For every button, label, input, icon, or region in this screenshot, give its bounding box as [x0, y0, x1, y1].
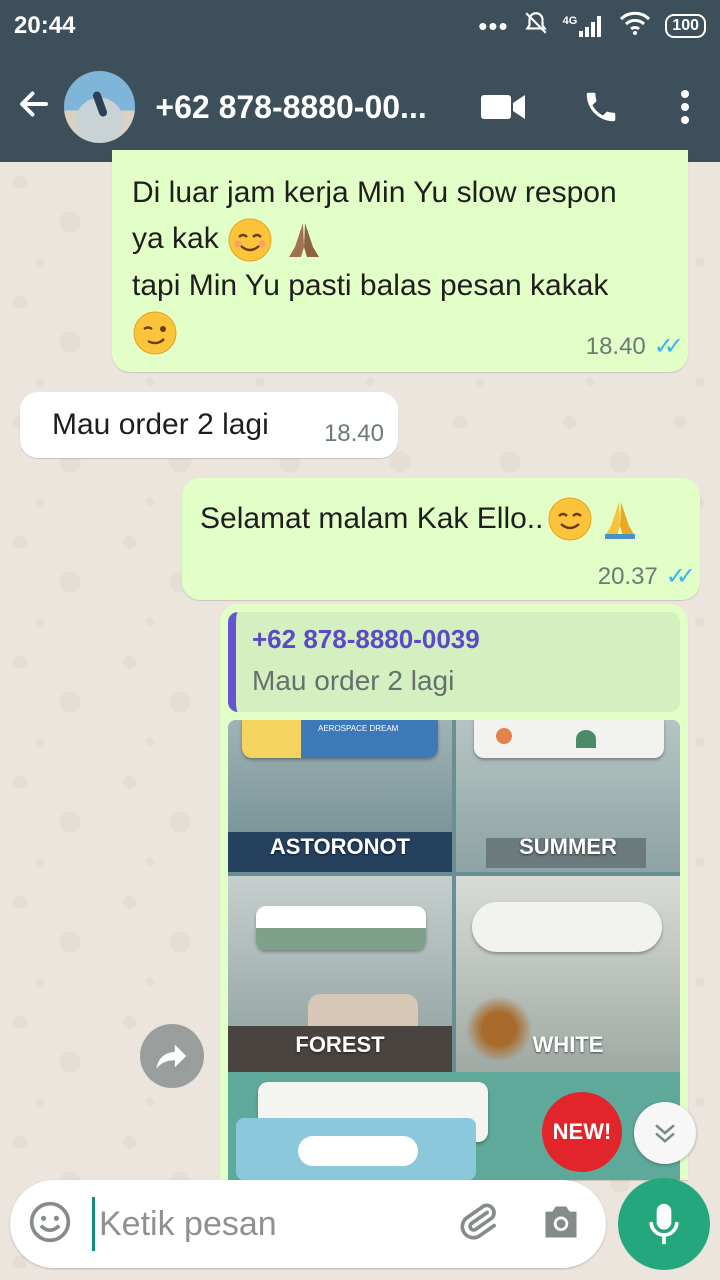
message-time: 20.37: [597, 562, 658, 590]
quoted-sender: +62 878-8880-0039: [252, 624, 480, 654]
status-bar: 20:44 ••• 4G 100: [0, 0, 720, 52]
message-text: tapi Min Yu pasti balas pesan kakak: [132, 269, 609, 303]
message-photo[interactable]: AEROSPACE DREAM ASTORONOT SUMMER FOREST …: [228, 720, 680, 1180]
photo-tile-new: NEW!: [228, 1072, 680, 1180]
scroll-down-icon: [655, 1124, 675, 1143]
photo-tile-white: WHITE: [456, 876, 680, 1072]
back-arrow-icon[interactable]: [4, 86, 64, 129]
message-text: Mau order 2 lagi: [52, 408, 269, 441]
network-type: 4G: [562, 15, 578, 27]
status-time: 20:44: [14, 12, 76, 39]
message-bubble[interactable]: Di luar jam kerja Min Yu slow respon ya …: [112, 150, 688, 372]
quoted-text: Mau order 2 lagi: [252, 665, 455, 696]
signal-icon: 4G: [563, 15, 606, 37]
quoted-message[interactable]: +62 878-8880-0039 Mau order 2 lagi: [228, 612, 680, 712]
message-bubble[interactable]: +62 878-8880-0039 Mau order 2 lagi AEROS…: [220, 604, 688, 1180]
chat-header: +62 878-8880-00...: [0, 52, 720, 162]
photo-label: ASTORONOT: [269, 834, 411, 859]
notification-dots: •••: [478, 11, 509, 41]
photo-label: SUMMER: [519, 834, 617, 859]
message-input[interactable]: Ketik pesan: [92, 1197, 456, 1251]
emoji-icon[interactable]: [28, 1200, 72, 1249]
mic-icon: [649, 1203, 679, 1245]
voice-message-button[interactable]: [618, 1178, 710, 1270]
message-bubble[interactable]: Mau order 2 lagi 18.40: [20, 392, 398, 458]
read-receipt-icon: ✓✓: [653, 333, 684, 360]
photo-tile-astronaut: AEROSPACE DREAM ASTORONOT: [228, 720, 452, 872]
forward-button[interactable]: [140, 1024, 204, 1088]
message-text: Di luar jam kerja Min Yu slow respon: [132, 176, 617, 209]
mute-icon: [523, 10, 549, 42]
voice-call-icon[interactable]: [552, 77, 650, 137]
message-meta: 18.40 ✓✓: [585, 332, 684, 361]
wifi-icon: [619, 11, 651, 41]
photo-label-aerospace: AEROSPACE DREAM: [318, 724, 399, 733]
scroll-down-button[interactable]: [634, 1102, 696, 1164]
message-meta: 18.40: [324, 420, 384, 448]
battery-indicator: 100: [665, 14, 706, 38]
photo-tile-forest: FOREST: [228, 876, 452, 1072]
contact-name[interactable]: +62 878-8880-00...: [155, 89, 454, 126]
message-meta: 20.37 ✓✓: [597, 562, 696, 591]
new-badge: NEW!: [542, 1092, 622, 1172]
camera-icon[interactable]: [540, 1203, 582, 1246]
more-options-icon[interactable]: [650, 77, 720, 137]
message-bubble[interactable]: Selamat malam Kak Ello.. 20.37 ✓✓: [182, 478, 700, 600]
smiling-face-icon: [548, 497, 592, 541]
smirking-face-icon: [133, 311, 177, 355]
avatar[interactable]: [63, 71, 136, 143]
folded-hands-icon: [605, 502, 636, 539]
photo-tile-summer: SUMMER: [456, 720, 680, 872]
attach-icon[interactable]: [456, 1200, 500, 1249]
read-receipt-icon: ✓✓: [665, 563, 696, 590]
video-call-icon[interactable]: [454, 77, 552, 137]
photo-label: FOREST: [295, 1032, 385, 1057]
message-time: 18.40: [323, 420, 384, 447]
photo-label: WHITE: [532, 1032, 604, 1057]
smiling-face-icon: [228, 218, 272, 262]
message-composer: Ketik pesan: [10, 1180, 606, 1268]
message-text: ya kak: [132, 222, 219, 255]
message-text: Selamat malam Kak Ello..: [200, 502, 544, 535]
forward-icon: [156, 1044, 187, 1069]
message-time: 18.40: [585, 332, 646, 360]
folded-hands-icon: [289, 223, 320, 258]
